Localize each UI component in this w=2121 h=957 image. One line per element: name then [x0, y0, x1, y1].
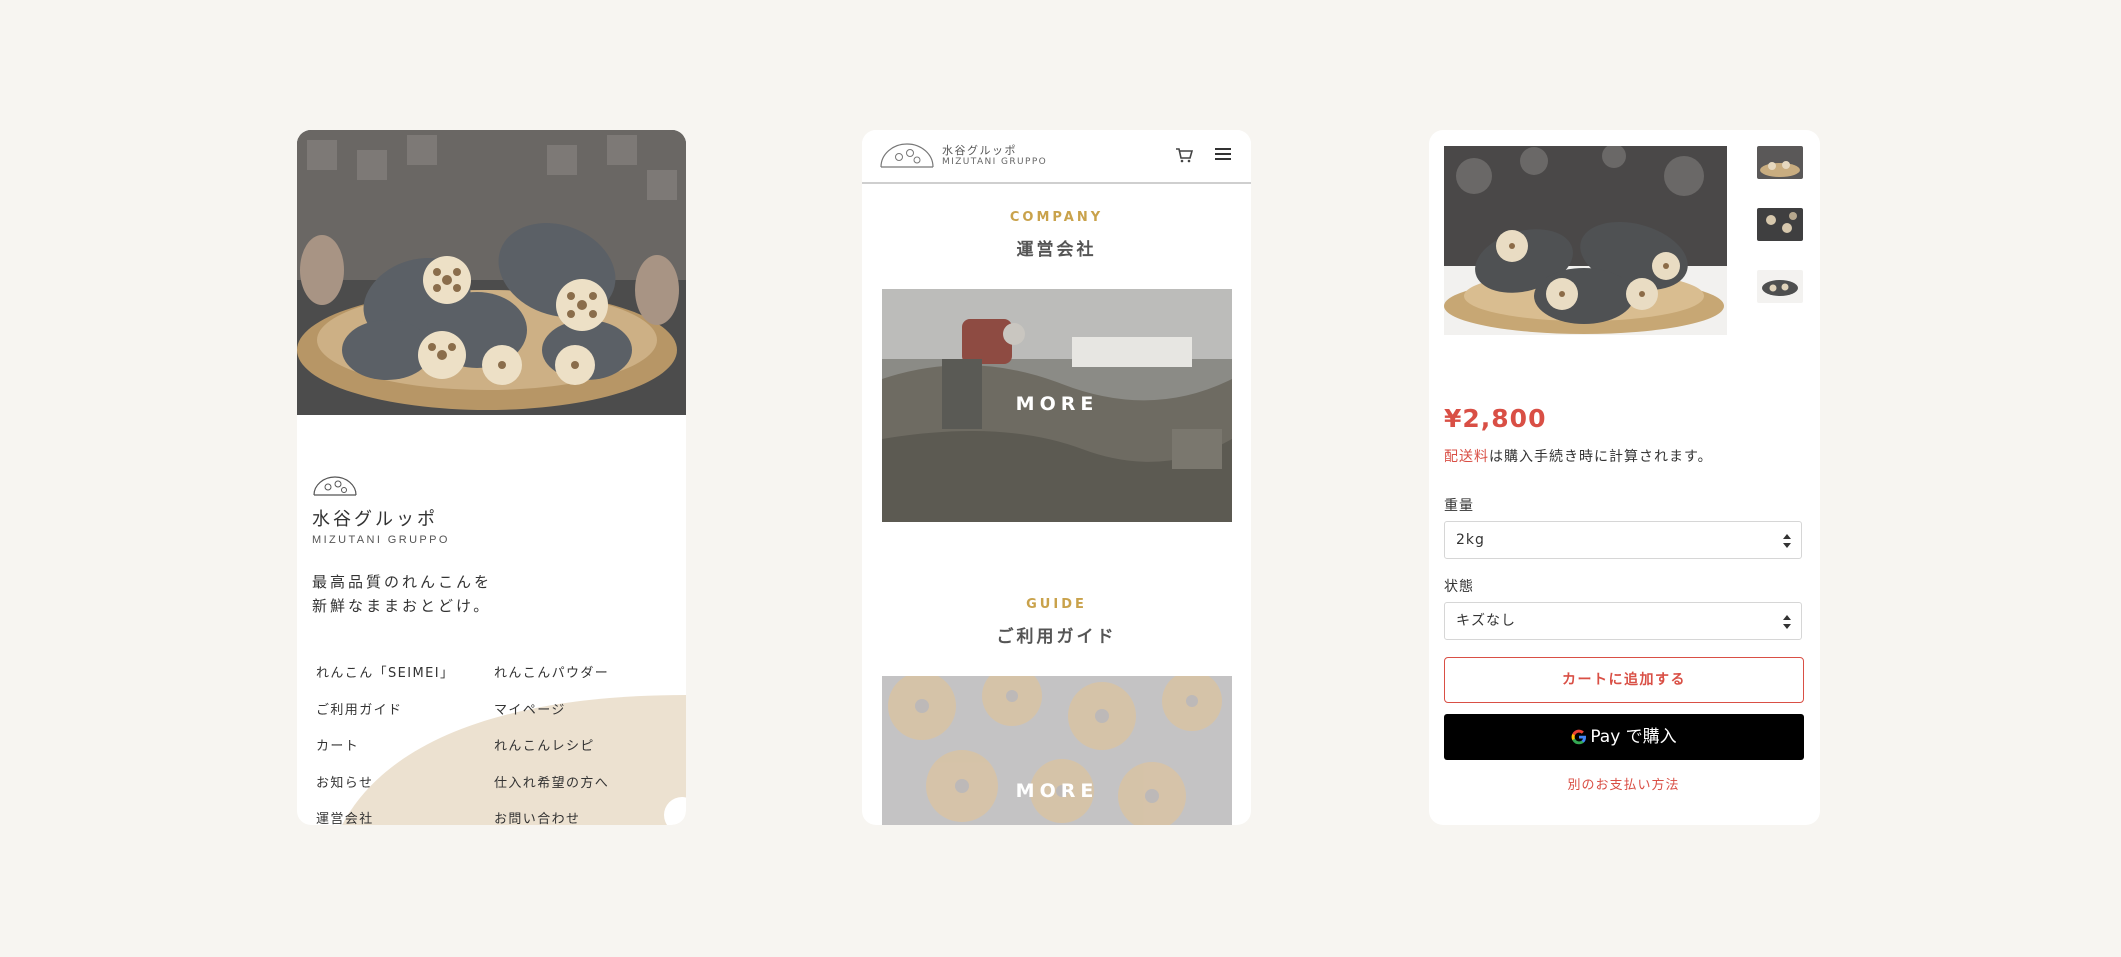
guide-photo-card[interactable]: MORE: [882, 676, 1232, 825]
condition-select-value: キズなし: [1456, 613, 1516, 629]
nav-link-contact[interactable]: お問い合わせ: [494, 812, 654, 825]
select-arrows-icon: [1783, 534, 1791, 548]
brand-name-en: MIZUTANI GRUPPO: [312, 534, 450, 546]
tagline: 最高品質のれんこんを 新鮮なままおとどけ。: [312, 570, 492, 618]
google-pay-label: Pay で購入: [1590, 727, 1677, 747]
hamburger-menu-icon[interactable]: [1215, 147, 1231, 161]
tagline-line-2: 新鮮なままおとどけ。: [312, 597, 492, 615]
brand-block: 水谷グルッポ MIZUTANI GRUPPO: [312, 475, 450, 546]
nav-link-news[interactable]: お知らせ: [316, 776, 494, 813]
company-section-label: COMPANY: [1009, 210, 1104, 225]
nav-link-seimei[interactable]: れんこん「SEIMEI」: [316, 666, 494, 703]
footer-nav: れんこん「SEIMEI」 れんこんパウダー ご利用ガイド マイページ カート れ…: [316, 666, 676, 825]
guide-section-title: ご利用ガイド: [996, 627, 1117, 647]
shipping-note: 配送料は購入手続き時に計算されます。: [1444, 446, 1713, 466]
company-photo-card[interactable]: MORE: [882, 289, 1232, 522]
select-arrows-icon: [1783, 615, 1791, 629]
google-pay-button[interactable]: Pay で購入: [1444, 714, 1804, 760]
shipping-link[interactable]: 配送料: [1444, 449, 1489, 465]
google-g-icon: [1571, 729, 1587, 745]
product-screen: ¥2,800 配送料は購入手続き時に計算されます。 重量 2kg 状態 キズなし…: [1429, 130, 1820, 825]
product-price: ¥2,800: [1444, 404, 1547, 433]
site-header: 水谷グルッポ MIZUTANI GRUPPO: [862, 130, 1251, 184]
guide-section-label: GUIDE: [1026, 597, 1087, 612]
company-more-label: MORE: [1015, 393, 1099, 415]
lotus-logo-icon: [313, 476, 357, 496]
cart-icon[interactable]: [1175, 147, 1193, 163]
home-screen: 水谷グルッポ MIZUTANI GRUPPO 最高品質のれんこんを 新鮮なままお…: [297, 130, 686, 825]
tagline-line-1: 最高品質のれんこんを: [312, 573, 493, 591]
product-main-photo[interactable]: [1444, 146, 1727, 335]
brand-name-jp: 水谷グルッポ: [312, 509, 438, 530]
product-thumbnail-3[interactable]: [1757, 270, 1803, 303]
header-brand-jp: 水谷グルッポ: [942, 144, 1017, 157]
header-brand-en: MIZUTANI GRUPPO: [942, 157, 1048, 167]
condition-select[interactable]: キズなし: [1444, 602, 1802, 640]
shipping-note-text: は購入手続き時に計算されます。: [1489, 449, 1713, 465]
nav-link-recipe[interactable]: れんこんレシピ: [494, 739, 654, 776]
weight-select-value: 2kg: [1456, 532, 1485, 548]
company-guide-screen: 水谷グルッポ MIZUTANI GRUPPO COMPANY 運営会社 MORE…: [862, 130, 1251, 825]
nav-link-company[interactable]: 運営会社: [316, 812, 494, 825]
lotus-slices-photo: [882, 676, 1232, 825]
nav-link-powder[interactable]: れんこんパウダー: [494, 666, 654, 703]
nav-link-guide[interactable]: ご利用ガイド: [316, 703, 494, 740]
condition-label: 状態: [1444, 579, 1474, 595]
weight-label: 重量: [1444, 498, 1474, 514]
nav-link-wholesale[interactable]: 仕入れ希望の方へ: [494, 776, 654, 813]
guide-more-label: MORE: [1015, 780, 1099, 802]
lotus-logo-icon[interactable]: [879, 141, 935, 169]
other-payment-link[interactable]: 別のお支払い方法: [1429, 774, 1818, 793]
add-to-cart-button[interactable]: カートに追加する: [1444, 657, 1804, 703]
nav-link-cart[interactable]: カート: [316, 739, 494, 776]
product-thumbnail-2[interactable]: [1757, 208, 1803, 241]
nav-link-mypage[interactable]: マイページ: [494, 703, 654, 740]
product-thumbnail-1[interactable]: [1757, 146, 1803, 179]
weight-select[interactable]: 2kg: [1444, 521, 1802, 559]
company-section-title: 運営会社: [1016, 240, 1097, 260]
